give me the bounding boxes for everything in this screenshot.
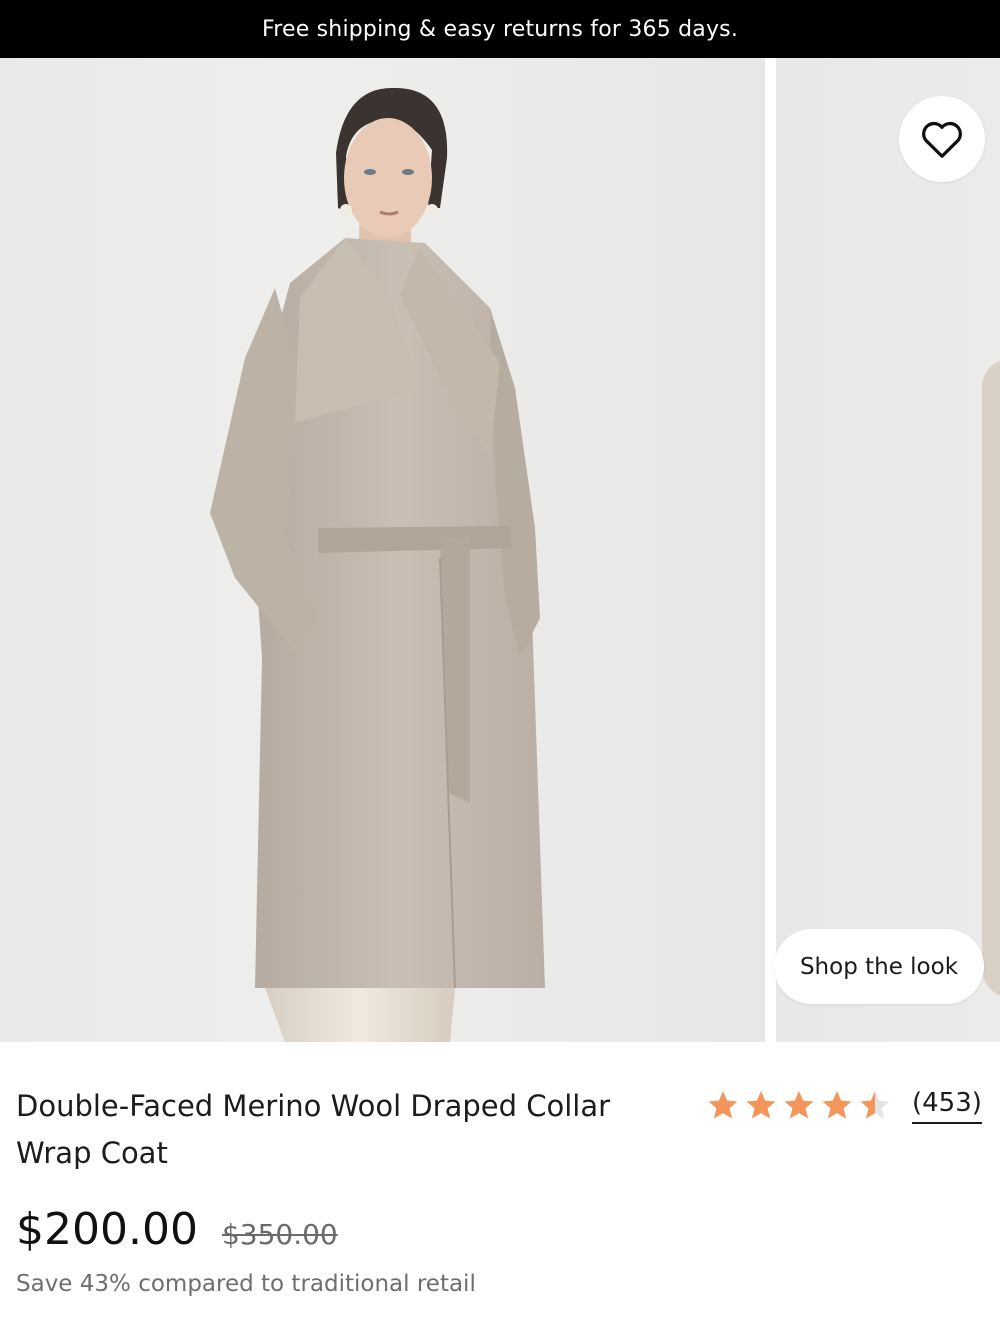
product-image-next[interactable] xyxy=(776,58,1000,1042)
price-row: $200.00 $350.00 xyxy=(16,1204,338,1255)
original-price: $350.00 xyxy=(221,1218,338,1251)
shop-the-look-label: Shop the look xyxy=(799,953,959,980)
heart-icon xyxy=(922,121,962,158)
product-photo xyxy=(210,87,545,1042)
savings-text: Save 43% compared to traditional retail xyxy=(16,1271,476,1297)
star-icon xyxy=(860,1091,890,1119)
promo-text: Free shipping & easy returns for 365 day… xyxy=(261,16,739,42)
wishlist-button[interactable] xyxy=(899,96,985,182)
star-icon xyxy=(784,1091,814,1119)
star-icon xyxy=(746,1091,776,1119)
product-image-main[interactable] xyxy=(0,58,765,1042)
promo-banner: Free shipping & easy returns for 365 day… xyxy=(0,0,1000,58)
current-price: $200.00 xyxy=(16,1204,198,1255)
product-title: Double-Faced Merino Wool Draped Collar W… xyxy=(16,1089,611,1170)
review-count-link[interactable]: (453) xyxy=(912,1088,982,1124)
next-image-peek xyxy=(982,358,1000,998)
product-image-gallery[interactable] xyxy=(0,58,1000,1042)
shop-the-look-button[interactable]: Shop the look xyxy=(774,929,984,1004)
rating-stars xyxy=(706,1089,892,1123)
star-icon xyxy=(708,1091,738,1119)
star-icon xyxy=(822,1091,852,1119)
product-rating[interactable]: (453) xyxy=(706,1086,982,1126)
